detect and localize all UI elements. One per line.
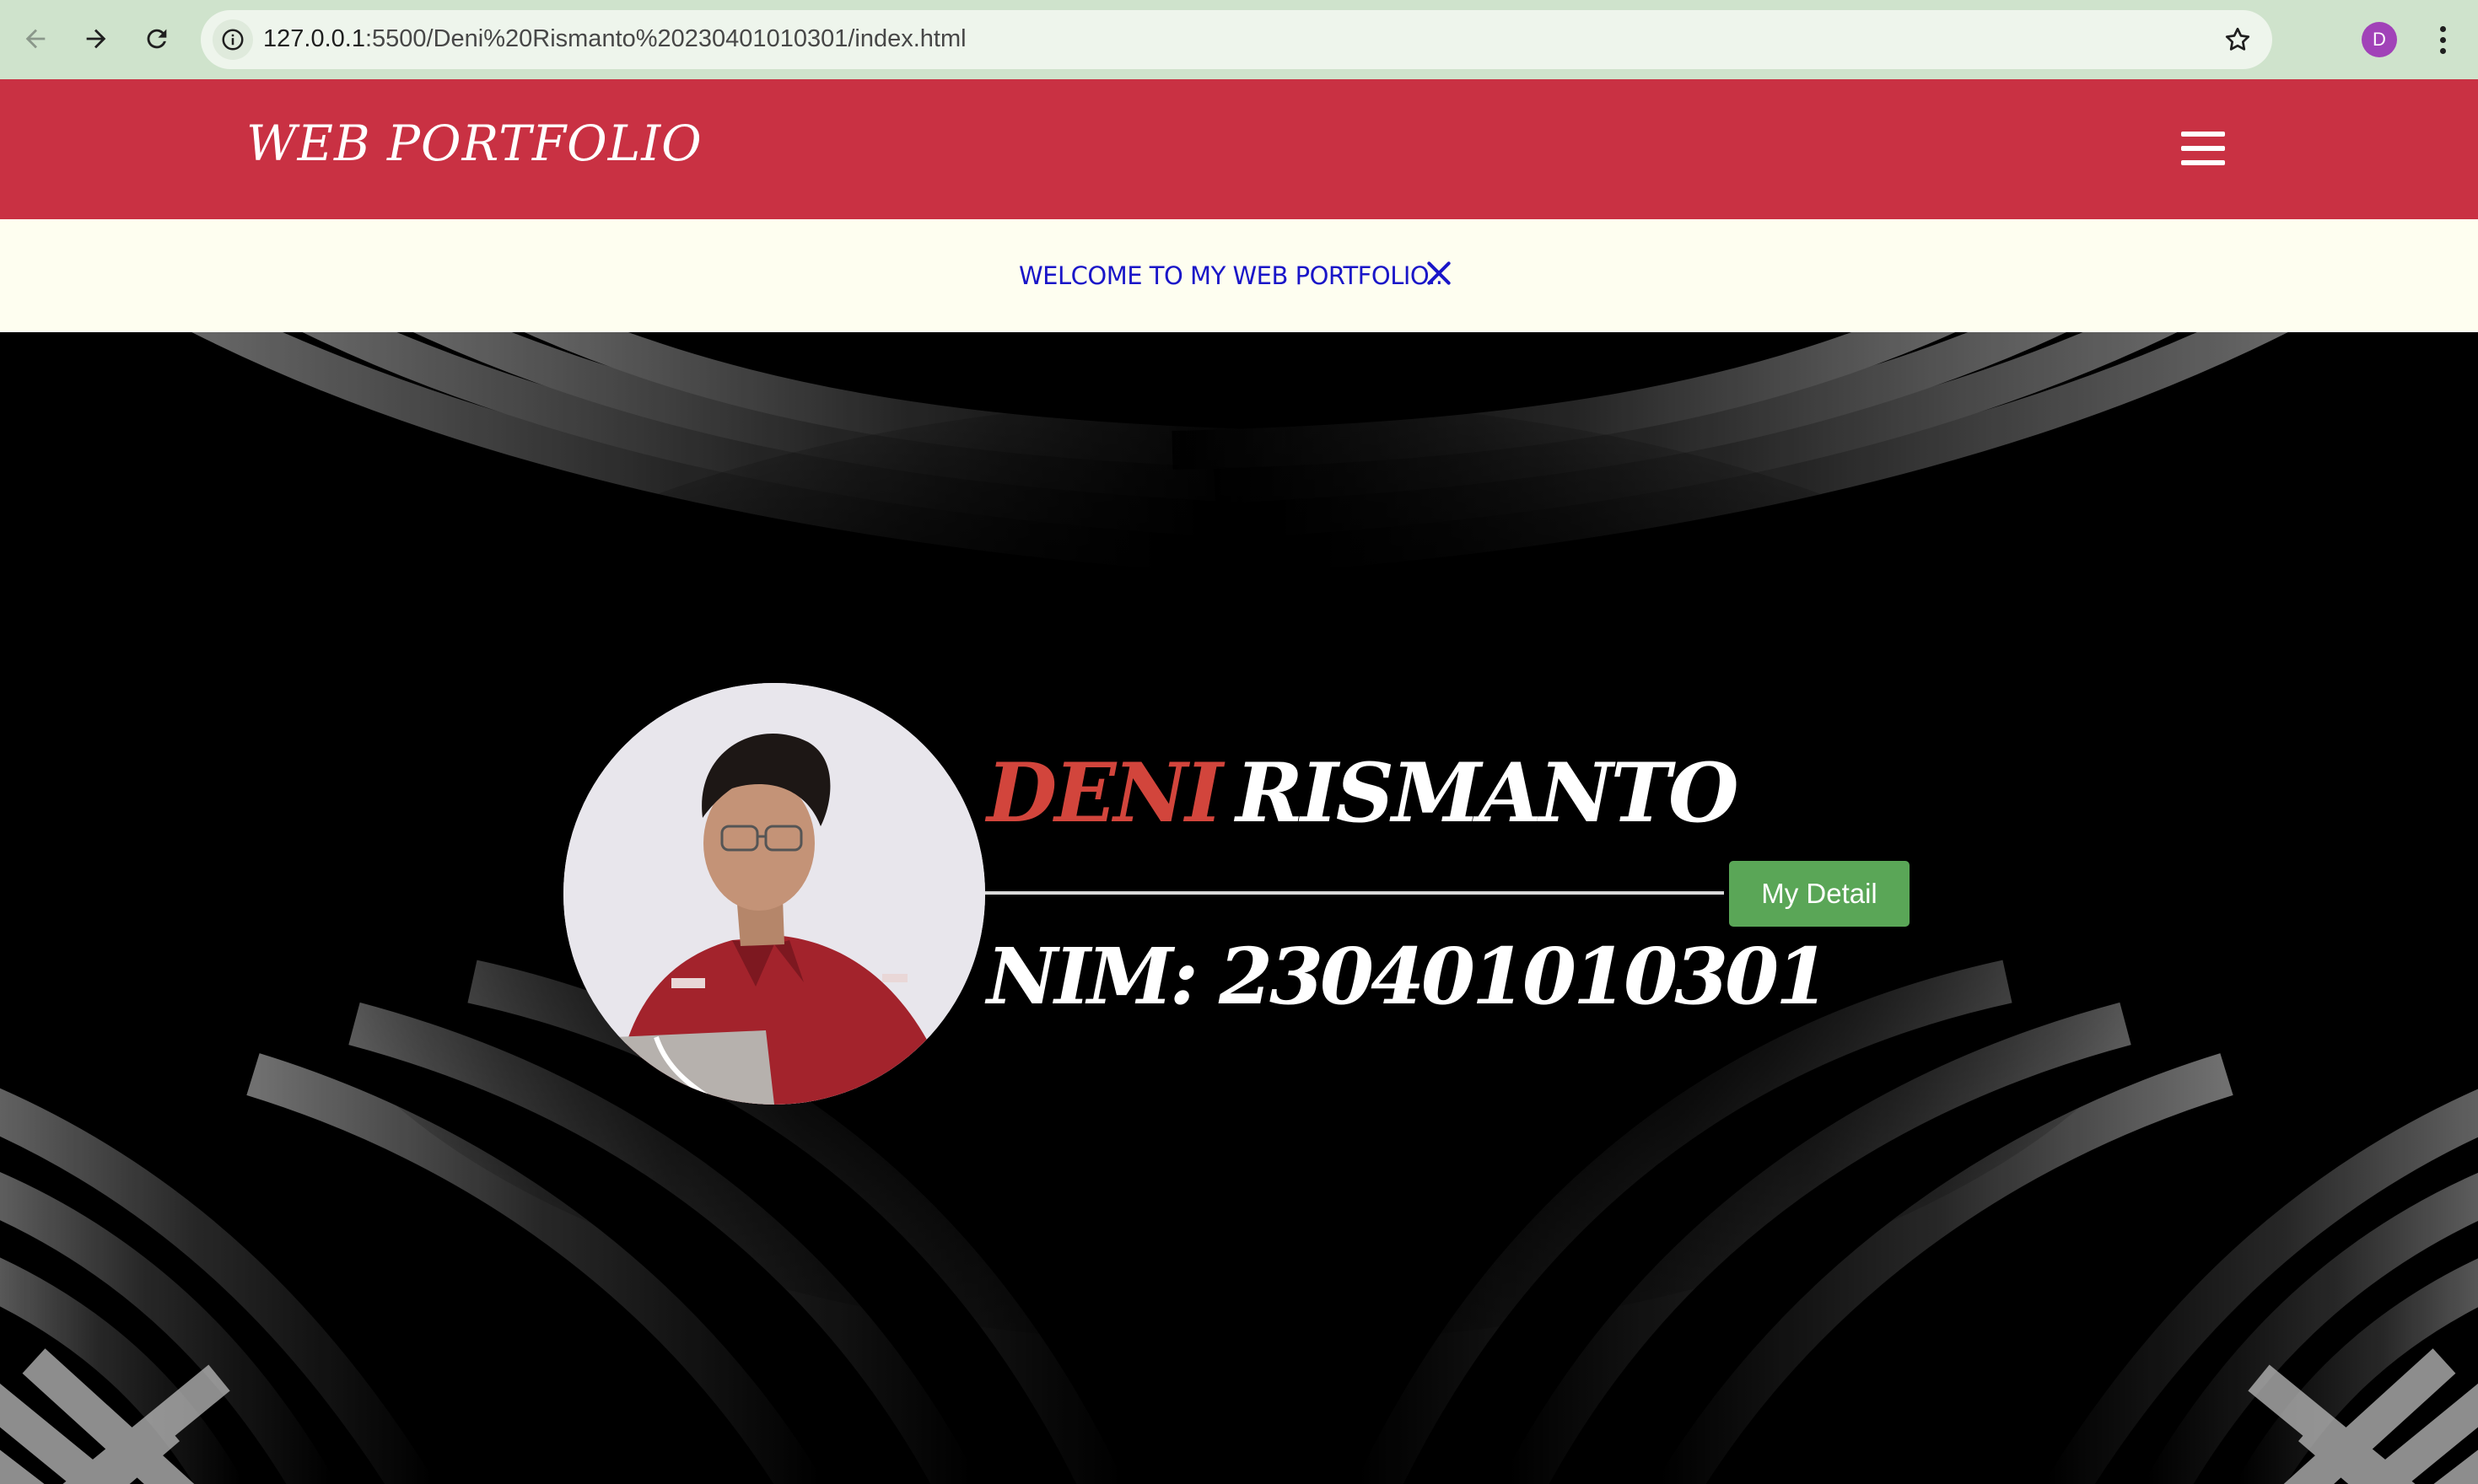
person-portrait-image [563,683,985,1105]
url-path: :5500/Deni%20Rismanto%20230401010301/ind… [364,25,967,52]
site-logo[interactable]: WEB PORTFOLIO [246,115,703,172]
bookmark-star-icon [2225,27,2250,51]
profile-name: DENI RISMANTO [987,745,1739,841]
site-info-button[interactable] [213,19,253,60]
hero-background-pattern [0,332,2478,1484]
back-button[interactable] [12,15,59,62]
banner-close-button[interactable] [1422,256,1456,290]
name-divider [985,891,1724,895]
welcome-banner: WELCOME TO MY WEB PORTFOLIO.. [0,219,2478,332]
profile-avatar[interactable]: D [2362,22,2397,57]
site-info-icon [222,29,244,51]
address-bar[interactable]: 127.0.0.1:5500/Deni%20Rismanto%202304010… [201,10,2272,69]
first-name: DENI [987,745,1223,841]
forward-button[interactable] [73,15,120,62]
reload-icon [147,29,167,49]
bookmark-button[interactable] [2220,22,2255,57]
hamburger-menu-icon[interactable] [2181,132,2225,165]
close-icon [1427,261,1451,285]
forward-icon [86,29,106,49]
site-header: WEB PORTFOLIO [0,79,2478,219]
back-icon [25,29,46,49]
profile-photo [563,683,985,1105]
student-id: NIM: 230401010301 [987,931,1829,1022]
browser-toolbar: 127.0.0.1:5500/Deni%20Rismanto%202304010… [0,0,2478,79]
url-host: 127.0.0.1 [263,25,365,52]
my-detail-button[interactable]: My Detail [1729,861,1910,927]
welcome-text: WELCOME TO MY WEB PORTFOLIO.. [1019,261,1443,290]
more-menu-icon[interactable] [2426,19,2459,61]
reload-button[interactable] [133,15,180,62]
hero-section: DENI RISMANTO My Detail NIM: 230401010301 [0,332,2478,1484]
last-name: RISMANTO [1236,745,1739,841]
url-text[interactable]: 127.0.0.1:5500/Deni%20Rismanto%202304010… [263,25,967,53]
